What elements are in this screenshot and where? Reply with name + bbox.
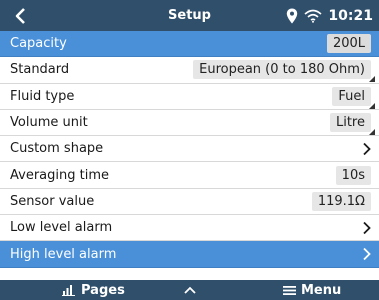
setting-value: 200L bbox=[326, 34, 371, 54]
status-indicators: 10:21 bbox=[286, 0, 373, 31]
setting-value: Fuel bbox=[338, 88, 365, 104]
setting-row-averaging-time[interactable]: Averaging time 10s bbox=[0, 162, 379, 189]
chevron-right-icon bbox=[357, 244, 371, 264]
settings-list: Capacity 200L Standard European (0 to 18… bbox=[0, 31, 379, 268]
pages-button[interactable]: Pages bbox=[62, 283, 125, 298]
setting-value: Litre bbox=[335, 115, 365, 131]
scroll-up-button[interactable] bbox=[184, 286, 196, 294]
status-bar: Setup 10:21 bbox=[0, 0, 379, 31]
chevron-up-icon bbox=[184, 286, 196, 294]
setting-label: Custom shape bbox=[10, 141, 104, 157]
setup-screen: Setup 10:21 Capacity 200L Standard Europ… bbox=[0, 0, 379, 300]
chevron-right-icon bbox=[357, 218, 371, 238]
dropdown-corner-icon bbox=[369, 76, 375, 83]
setting-label: Fluid type bbox=[10, 88, 75, 104]
chevron-right-icon bbox=[357, 139, 371, 159]
pages-label: Pages bbox=[81, 282, 125, 298]
setting-row-low-level-alarm[interactable]: Low level alarm bbox=[0, 215, 379, 242]
setting-label: Standard bbox=[10, 62, 70, 78]
setting-value: 119.1Ω bbox=[311, 191, 371, 211]
setting-label: Capacity bbox=[10, 36, 67, 52]
setting-row-high-level-alarm[interactable]: High level alarm bbox=[0, 241, 379, 268]
setting-value-wrap: Litre bbox=[329, 113, 375, 136]
setting-value: 10s bbox=[335, 165, 371, 185]
setting-value-wrap: Fuel bbox=[332, 86, 375, 109]
setting-label: Volume unit bbox=[10, 115, 88, 131]
setting-label: Sensor value bbox=[10, 193, 95, 209]
setting-row-volume-unit[interactable]: Volume unit Litre bbox=[0, 110, 379, 137]
setting-row-custom-shape[interactable]: Custom shape bbox=[0, 136, 379, 163]
setting-row-sensor-value: Sensor value 119.1Ω bbox=[0, 189, 379, 216]
menu-label: Menu bbox=[301, 282, 342, 298]
dropdown-corner-icon bbox=[369, 129, 375, 136]
setting-value-wrap: European (0 to 180 Ohm) bbox=[193, 60, 375, 83]
bar-chart-icon bbox=[62, 285, 75, 296]
hamburger-menu-icon bbox=[283, 285, 296, 295]
bottom-nav-bar: Pages Menu bbox=[0, 280, 379, 300]
setting-label: Averaging time bbox=[10, 167, 109, 183]
dropdown-corner-icon bbox=[369, 102, 375, 109]
location-pin-icon bbox=[287, 8, 298, 23]
setting-value: European (0 to 180 Ohm) bbox=[199, 62, 365, 78]
setting-label: Low level alarm bbox=[10, 220, 113, 236]
menu-button[interactable]: Menu bbox=[283, 283, 341, 298]
setting-label: High level alarm bbox=[10, 246, 117, 262]
clock: 10:21 bbox=[328, 7, 373, 24]
setting-row-capacity[interactable]: Capacity 200L bbox=[0, 31, 379, 58]
wifi-icon bbox=[304, 9, 322, 23]
setting-row-fluid-type[interactable]: Fluid type Fuel bbox=[0, 84, 379, 110]
setting-row-standard[interactable]: Standard European (0 to 180 Ohm) bbox=[0, 57, 379, 84]
